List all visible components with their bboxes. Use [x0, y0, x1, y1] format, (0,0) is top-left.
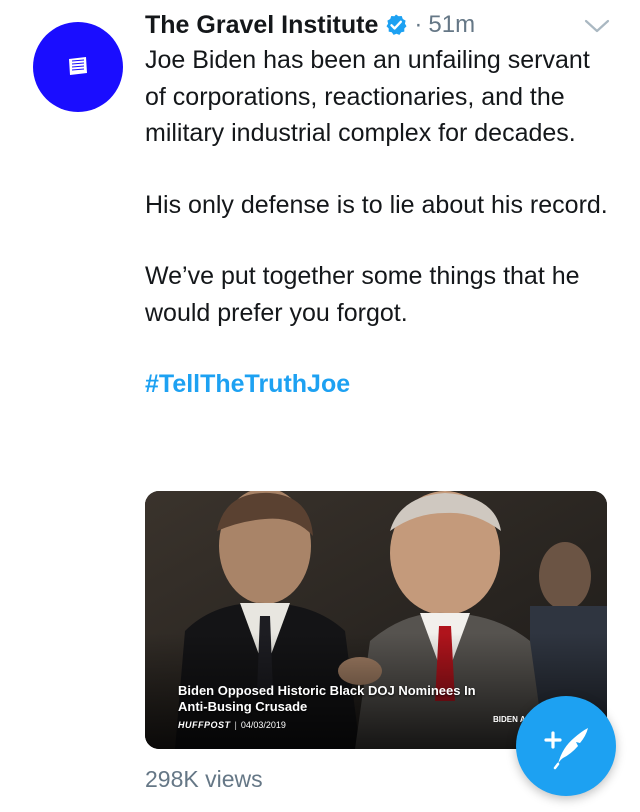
tweet-header: The Gravel Institute · 51m — [145, 8, 475, 42]
verified-badge-icon — [386, 14, 407, 35]
tweet-paragraph: His only defense is to lie about his rec… — [145, 190, 608, 219]
meta-separator: · — [414, 11, 423, 38]
video-date: 04/03/2019 — [240, 720, 286, 730]
tweet-text: Joe Biden has been an unfailing servant … — [145, 42, 615, 403]
tweet-paragraph: Joe Biden has been an unfailing servant … — [145, 46, 590, 147]
tweet-paragraph: We’ve put together some things that he w… — [145, 262, 580, 327]
tweet: The Gravel Institute · 51m Joe Biden has… — [0, 0, 640, 812]
institute-logo-icon — [69, 57, 87, 75]
video-source-line: HUFFPOST | 04/03/2019 — [178, 720, 286, 730]
compose-tweet-icon — [544, 728, 588, 770]
video-source: HUFFPOST — [178, 720, 231, 730]
chevron-down-icon[interactable] — [583, 14, 611, 38]
view-count: 298K views — [145, 766, 263, 792]
timestamp[interactable]: 51m — [428, 11, 475, 39]
hashtag-link[interactable]: #TellTheTruthJoe — [145, 366, 615, 403]
video-source-separator: | — [234, 720, 237, 730]
video-headline: Biden Opposed Historic Black DOJ Nominee… — [178, 683, 476, 714]
compose-tweet-button[interactable] — [516, 696, 616, 796]
avatar[interactable] — [33, 22, 123, 112]
author-name[interactable]: The Gravel Institute — [145, 11, 378, 40]
